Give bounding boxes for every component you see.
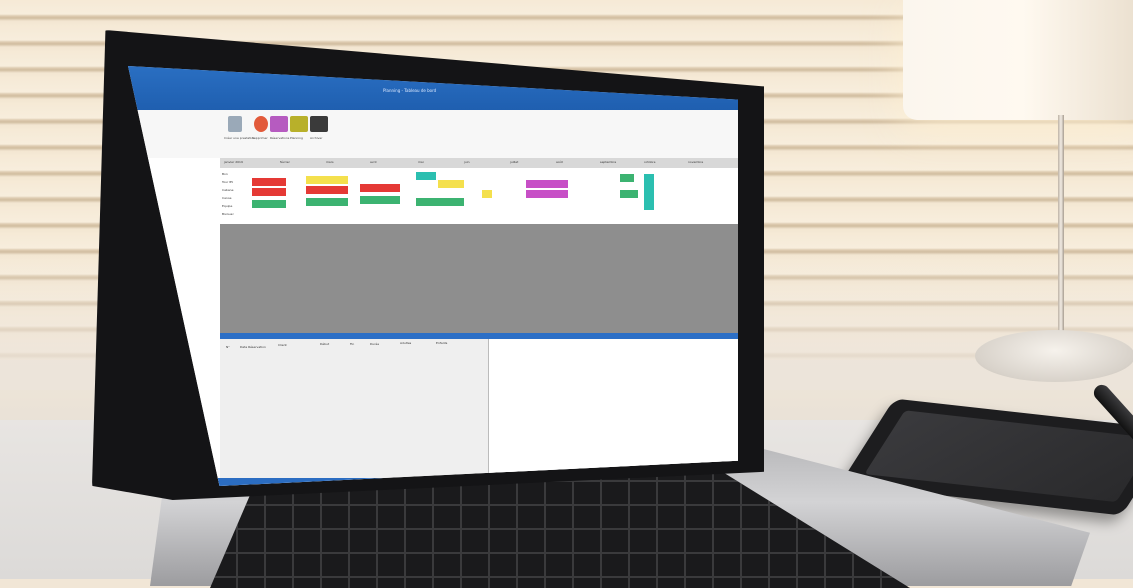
row-label: Cabane (222, 188, 234, 192)
row-label: Tour 85 (222, 180, 234, 184)
col-header: Durée (370, 342, 380, 346)
laptop-screen: Planning - Tableau de bord Créer une pre… (128, 66, 738, 486)
booking-cell[interactable] (620, 174, 634, 182)
col-header: N° (226, 345, 230, 349)
lamp-stem (1058, 115, 1064, 345)
col-header: Début (320, 342, 330, 346)
month-label: septembre (600, 160, 617, 164)
calendar-header: janvier 2019 février mars avril mai juin… (220, 158, 738, 168)
month-label: avril (370, 160, 377, 164)
col-header: Fin (350, 342, 355, 346)
booking-cell[interactable] (416, 198, 464, 206)
app-title: Planning - Tableau de bord (383, 88, 437, 93)
reservations-button[interactable] (270, 116, 288, 132)
planning-button[interactable] (290, 116, 308, 132)
booking-cell[interactable] (438, 180, 464, 188)
month-label: janvier 2019 (224, 160, 243, 164)
col-header: Client (278, 343, 287, 347)
month-label: juillet (510, 160, 519, 164)
col-header: Adultes (400, 341, 412, 345)
month-label: juin (464, 160, 470, 164)
ribbon-label-delete: Supprimer (252, 136, 268, 140)
booking-cell[interactable] (644, 174, 654, 210)
row-label: Bivouac (222, 212, 234, 216)
bottom-panel: N° Date Réservation Client Début Fin Dur… (220, 333, 738, 486)
booking-cell[interactable] (482, 190, 492, 198)
ribbon-label-planning: Planning (290, 136, 303, 140)
booking-cell[interactable] (252, 188, 286, 196)
lamp-base (975, 330, 1133, 382)
booking-cell[interactable] (306, 186, 348, 194)
ribbon-label-create: Créer une prestation (224, 136, 255, 140)
month-label: février (280, 160, 290, 164)
month-label: novembre (688, 160, 704, 164)
month-label: août (556, 160, 563, 164)
lamp-shade (903, 0, 1133, 120)
create-icon[interactable] (228, 116, 242, 132)
month-label: mai (418, 160, 424, 164)
booking-cell[interactable] (526, 180, 568, 188)
booking-cell[interactable] (252, 200, 286, 208)
delete-icon[interactable] (254, 116, 268, 132)
row-label: Canoe (222, 196, 232, 200)
ribbon-toolbar: Créer une prestation Supprimer Réservati… (128, 110, 738, 159)
archive-button[interactable] (310, 116, 328, 132)
planning-grid: janvier 2019 février mars avril mai juin… (220, 158, 738, 333)
booking-cell[interactable] (620, 190, 638, 198)
booking-cell[interactable] (416, 172, 436, 180)
month-label: octobre (644, 160, 656, 164)
ribbon-label-reservations: Réservations (270, 136, 290, 140)
row-label: Bon (222, 172, 228, 176)
booking-cell[interactable] (526, 190, 568, 198)
booking-cell[interactable] (306, 176, 348, 184)
booking-cell[interactable] (252, 178, 286, 186)
booking-cell[interactable] (360, 196, 400, 204)
booking-cell[interactable] (306, 198, 348, 206)
col-header: Enfants (436, 341, 448, 345)
month-label: mars (326, 160, 334, 164)
calendar-rows: Bon Tour 85 Cabane Canoe Equipe Bivouac (220, 168, 738, 224)
col-header: Date Réservation (240, 345, 266, 349)
ribbon-label-archive: Archiver (310, 136, 323, 140)
booking-cell[interactable] (360, 184, 400, 192)
row-label: Equipe (222, 204, 233, 208)
